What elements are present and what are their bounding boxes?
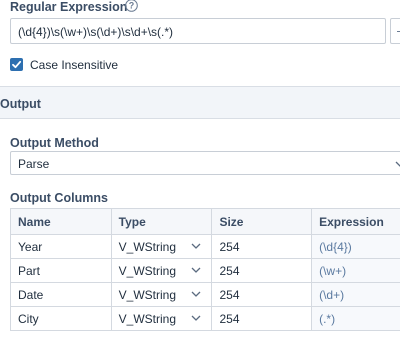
cell-expression: (\w+) bbox=[311, 258, 400, 283]
case-insensitive-checkbox[interactable] bbox=[10, 58, 23, 71]
header-name[interactable]: Name bbox=[10, 208, 112, 235]
cell-size[interactable]: 254 bbox=[211, 258, 313, 283]
cell-type-select[interactable]: V_WString bbox=[110, 234, 213, 259]
cell-name[interactable]: Year bbox=[10, 234, 112, 259]
cell-size[interactable]: 254 bbox=[211, 282, 313, 307]
cell-type: V_WString bbox=[118, 263, 177, 278]
output-columns-table: Name Type Size Expression Year V_WString… bbox=[10, 208, 400, 331]
chevron-down-icon bbox=[395, 161, 400, 167]
regex-value: (\d{4})\s(\w+)\s(\d+)\s\d+\s(.*) bbox=[18, 25, 174, 39]
chevron-down-icon bbox=[192, 243, 201, 249]
table-row[interactable]: City V_WString 254 (.*) bbox=[10, 306, 400, 331]
output-method-value: Parse bbox=[18, 157, 50, 171]
cell-name[interactable]: Date bbox=[10, 282, 112, 307]
cell-type-select[interactable]: V_WString bbox=[110, 282, 213, 307]
svg-text:?: ? bbox=[129, 1, 135, 11]
cell-type-select[interactable]: V_WString bbox=[110, 306, 213, 331]
cell-type: V_WString bbox=[118, 287, 177, 302]
check-icon bbox=[12, 60, 22, 69]
cell-expression: (\d+) bbox=[311, 282, 400, 307]
chevron-down-icon bbox=[192, 315, 201, 321]
chevron-down-icon bbox=[192, 291, 201, 297]
table-row[interactable]: Year V_WString 254 (\d{4}) bbox=[10, 234, 400, 259]
header-type[interactable]: Type bbox=[110, 208, 213, 235]
cell-expression: (\d{4}) bbox=[311, 234, 400, 259]
cell-name[interactable]: City bbox=[10, 306, 112, 331]
cell-type-select[interactable]: V_WString bbox=[110, 258, 213, 283]
chevron-down-icon bbox=[192, 267, 201, 273]
output-section-header: Output bbox=[0, 86, 400, 119]
table-header-row: Name Type Size Expression bbox=[10, 208, 400, 235]
help-icon[interactable]: ? bbox=[125, 0, 138, 12]
cell-name[interactable]: Part bbox=[10, 258, 112, 283]
cell-type: V_WString bbox=[118, 239, 177, 254]
output-method-label: Output Method bbox=[10, 136, 99, 150]
cell-size[interactable]: 254 bbox=[211, 306, 313, 331]
regex-label: Regular Expression bbox=[10, 0, 128, 14]
cell-type: V_WString bbox=[118, 311, 177, 326]
cell-size[interactable]: 254 bbox=[211, 234, 313, 259]
output-method-select[interactable]: Parse bbox=[10, 151, 400, 175]
regex-input[interactable]: (\d{4})\s(\w+)\s(\d+)\s\d+\s(.*) bbox=[10, 18, 386, 44]
output-columns-label: Output Columns bbox=[10, 191, 108, 205]
header-size[interactable]: Size bbox=[211, 208, 313, 235]
cell-expression: (.*) bbox=[311, 306, 400, 331]
table-row[interactable]: Date V_WString 254 (\d+) bbox=[10, 282, 400, 307]
regex-options-button[interactable] bbox=[390, 18, 400, 44]
case-insensitive-label: Case Insensitive bbox=[30, 58, 119, 72]
output-title: Output bbox=[0, 97, 41, 111]
header-expression[interactable]: Expression bbox=[311, 208, 400, 235]
table-row[interactable]: Part V_WString 254 (\w+) bbox=[10, 258, 400, 283]
